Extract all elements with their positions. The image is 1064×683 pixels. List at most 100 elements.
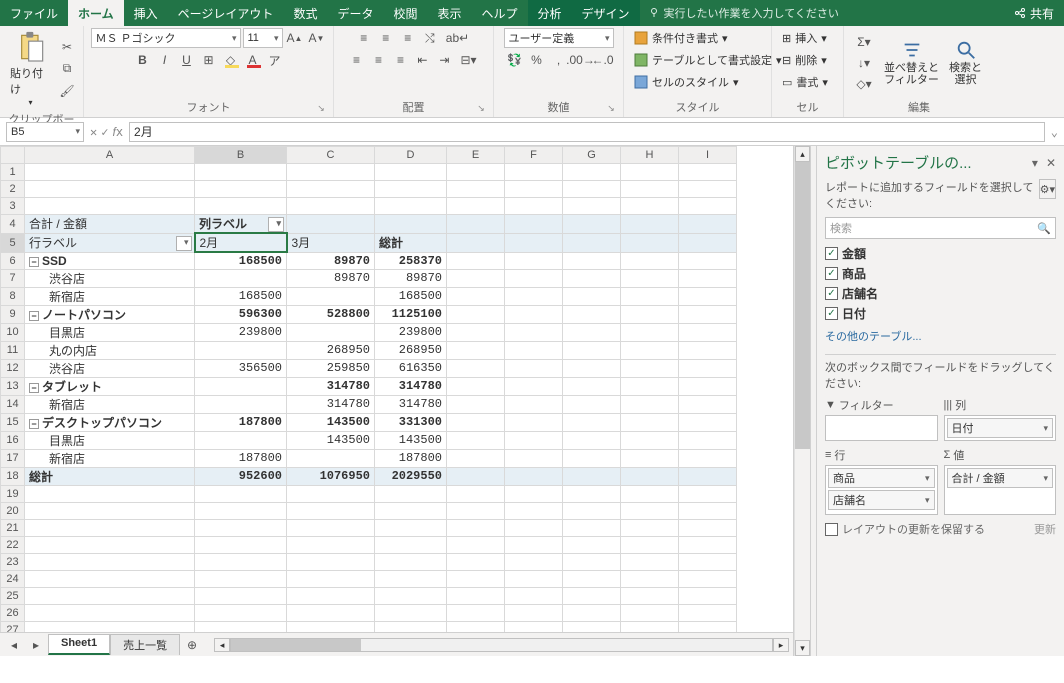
cell-I19[interactable] (679, 485, 737, 502)
cell-I5[interactable] (679, 233, 737, 252)
tell-me[interactable]: 実行したい作業を入力してください (640, 0, 1004, 26)
cell-B19[interactable] (195, 485, 287, 502)
dialog-launcher[interactable]: ↘ (475, 103, 487, 115)
cell-E6[interactable] (447, 252, 505, 269)
increase-decimal-icon[interactable]: .00→ (571, 50, 591, 70)
cell-C14[interactable]: 314780 (287, 395, 375, 413)
cell-B27[interactable] (195, 621, 287, 632)
cancel-formula-icon[interactable]: ✕ (90, 125, 97, 139)
cell-I25[interactable] (679, 587, 737, 604)
cell-F1[interactable] (505, 164, 563, 181)
cell-H22[interactable] (621, 536, 679, 553)
cell-C10[interactable] (287, 323, 375, 341)
cell-H18[interactable] (621, 467, 679, 485)
col-header-D[interactable]: D (375, 147, 447, 164)
row-header-16[interactable]: 16 (1, 431, 25, 449)
cell-E14[interactable] (447, 395, 505, 413)
cell-A14[interactable]: 新宿店 (25, 395, 195, 413)
cell-H8[interactable] (621, 287, 679, 305)
fill-button[interactable]: ↓▾ (850, 53, 878, 73)
cell-D14[interactable]: 314780 (375, 395, 447, 413)
cell-I23[interactable] (679, 553, 737, 570)
cell-E13[interactable] (447, 377, 505, 395)
cell-A5[interactable]: 行ラベル (25, 233, 195, 252)
more-tables-link[interactable]: その他のテーブル... (825, 328, 1056, 344)
cell-H17[interactable] (621, 449, 679, 467)
col-header-I[interactable]: I (679, 147, 737, 164)
cell-C8[interactable] (287, 287, 375, 305)
increase-font-icon[interactable]: A▲ (285, 28, 305, 48)
cell-F25[interactable] (505, 587, 563, 604)
cell-H2[interactable] (621, 181, 679, 198)
cell-C7[interactable]: 89870 (287, 269, 375, 287)
add-sheet-button[interactable]: ⊕ (182, 635, 202, 655)
cell-G13[interactable] (563, 377, 621, 395)
cell-C24[interactable] (287, 570, 375, 587)
expand-formula-bar-icon[interactable]: ⌄ (1051, 125, 1058, 139)
cell-E23[interactable] (447, 553, 505, 570)
cell-A21[interactable] (25, 519, 195, 536)
cell-I12[interactable] (679, 359, 737, 377)
cell-H5[interactable] (621, 233, 679, 252)
cell-H13[interactable] (621, 377, 679, 395)
cell-E11[interactable] (447, 341, 505, 359)
cell-D18[interactable]: 2029550 (375, 467, 447, 485)
format-painter-icon[interactable]: 🖌 (57, 81, 77, 101)
cell-A26[interactable] (25, 604, 195, 621)
align-bottom-icon[interactable]: ≡ (398, 28, 418, 48)
enter-formula-icon[interactable]: ✓ (101, 125, 108, 139)
underline-button[interactable]: U (177, 50, 197, 70)
cell-G3[interactable] (563, 198, 621, 215)
cell-I6[interactable] (679, 252, 737, 269)
cell-I3[interactable] (679, 198, 737, 215)
cell-G23[interactable] (563, 553, 621, 570)
cell-G25[interactable] (563, 587, 621, 604)
cell-D9[interactable]: 1125100 (375, 305, 447, 323)
col-header-B[interactable]: B (195, 147, 287, 164)
cell-C26[interactable] (287, 604, 375, 621)
tab-ヘルプ[interactable]: ヘルプ (472, 0, 528, 26)
cell-G8[interactable] (563, 287, 621, 305)
cell-C18[interactable]: 1076950 (287, 467, 375, 485)
cell-F18[interactable] (505, 467, 563, 485)
cell-A17[interactable]: 新宿店 (25, 449, 195, 467)
align-middle-icon[interactable]: ≡ (376, 28, 396, 48)
cell-F13[interactable] (505, 377, 563, 395)
cell-F17[interactable] (505, 449, 563, 467)
cell-A8[interactable]: 新宿店 (25, 287, 195, 305)
cell-B16[interactable] (195, 431, 287, 449)
cell-G24[interactable] (563, 570, 621, 587)
cell-F21[interactable] (505, 519, 563, 536)
cell-E2[interactable] (447, 181, 505, 198)
cell-C19[interactable] (287, 485, 375, 502)
vertical-scrollbar[interactable]: ▴▾ (794, 146, 810, 656)
row-header-22[interactable]: 22 (1, 536, 25, 553)
cell-H9[interactable] (621, 305, 679, 323)
cell-D21[interactable] (375, 519, 447, 536)
cell-B9[interactable]: 596300 (195, 305, 287, 323)
cell-I7[interactable] (679, 269, 737, 287)
field-店舗名[interactable]: ✓店舗名 (825, 285, 1056, 302)
cell-H6[interactable] (621, 252, 679, 269)
cell-B7[interactable] (195, 269, 287, 287)
cell-D2[interactable] (375, 181, 447, 198)
cell-H12[interactable] (621, 359, 679, 377)
cell-F9[interactable] (505, 305, 563, 323)
cell-C3[interactable] (287, 198, 375, 215)
number-format-combo[interactable]: ユーザー定義 (504, 28, 614, 48)
row-header-17[interactable]: 17 (1, 449, 25, 467)
cell-A22[interactable] (25, 536, 195, 553)
cell-I8[interactable] (679, 287, 737, 305)
cell-A4[interactable]: 合計 / 金額 (25, 215, 195, 234)
cell-G27[interactable] (563, 621, 621, 632)
cell-E20[interactable] (447, 502, 505, 519)
fill-color-button[interactable]: ◇ (221, 50, 241, 70)
values-drop-area[interactable]: 合計 / 金額 (944, 465, 1057, 515)
cell-C4[interactable] (287, 215, 375, 234)
cell-G12[interactable] (563, 359, 621, 377)
row-header-27[interactable]: 27 (1, 621, 25, 632)
cell-G21[interactable] (563, 519, 621, 536)
horizontal-scrollbar[interactable]: ◂▸ (214, 637, 789, 653)
cell-H14[interactable] (621, 395, 679, 413)
sheet-nav-prev-icon[interactable]: ◂ (4, 635, 24, 655)
